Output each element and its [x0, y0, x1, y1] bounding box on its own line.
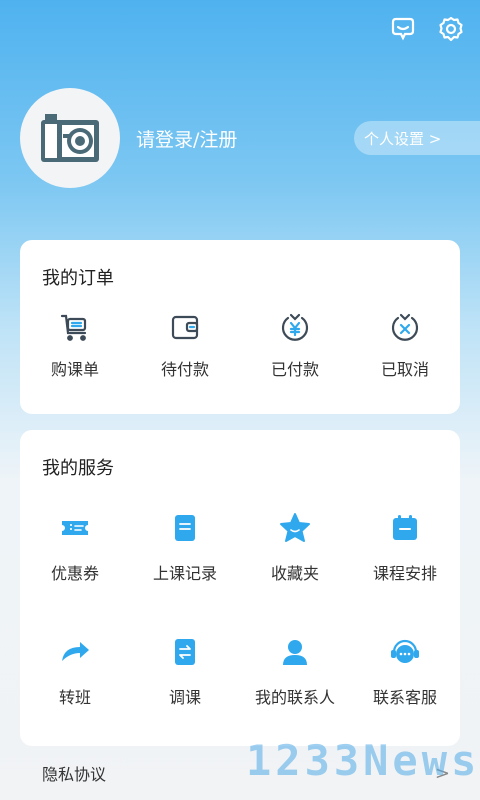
calendar-icon — [387, 510, 423, 546]
services-title: 我的服务 — [42, 458, 114, 479]
settings-gear-icon[interactable] — [436, 14, 466, 44]
order-item-pending[interactable]: 待付款 — [130, 310, 240, 380]
message-bubble-icon[interactable] — [388, 14, 418, 44]
login-register-link[interactable]: 请登录/注册 — [136, 125, 237, 152]
order-item-label: 购课单 — [50, 360, 99, 379]
service-item-reschedule[interactable]: 调课 — [130, 634, 240, 758]
star-icon — [277, 510, 313, 546]
service-item-label: 我的联系人 — [254, 688, 335, 707]
watermark-logo: 1233News — [246, 736, 480, 785]
service-item-label: 上课记录 — [152, 564, 217, 583]
order-item-cancelled[interactable]: 已取消 — [350, 310, 460, 380]
service-item-class-record[interactable]: 上课记录 — [130, 510, 240, 634]
contact-person-icon — [277, 634, 313, 670]
orders-card: 我的订单 购课单 待付款 已付款 已取消 — [20, 240, 460, 414]
coupon-icon — [57, 510, 93, 546]
order-item-label: 已取消 — [380, 360, 429, 379]
services-card: 我的服务 优惠券 上课记录 收藏夹 课程安排 转班 调课 我的联系人 联系客服 — [20, 430, 460, 746]
service-item-label: 优惠券 — [50, 564, 99, 583]
cart-icon — [58, 310, 92, 344]
transfer-arrow-icon — [57, 634, 93, 670]
service-item-transfer[interactable]: 转班 — [20, 634, 130, 758]
record-icon — [167, 510, 203, 546]
service-item-coupon[interactable]: 优惠券 — [20, 510, 130, 634]
header-icons — [388, 14, 466, 44]
service-item-label: 转班 — [58, 688, 91, 707]
service-item-schedule[interactable]: 课程安排 — [350, 510, 460, 634]
camera-icon — [41, 114, 99, 162]
cancelled-icon — [388, 310, 422, 344]
service-item-label: 课程安排 — [372, 564, 437, 583]
swap-icon — [167, 634, 203, 670]
customer-service-icon — [387, 634, 423, 670]
yen-paid-icon — [278, 310, 312, 344]
order-item-cart[interactable]: 购课单 — [20, 310, 130, 380]
orders-title: 我的订单 — [42, 268, 114, 289]
profile-section: 请登录/注册 个人设置 > — [20, 88, 480, 188]
service-item-label: 联系客服 — [372, 688, 437, 707]
service-item-label: 调课 — [168, 688, 201, 707]
order-item-label: 待付款 — [160, 360, 209, 379]
services-grid: 优惠券 上课记录 收藏夹 课程安排 转班 调课 我的联系人 联系客服 — [20, 510, 460, 758]
wallet-icon — [168, 310, 202, 344]
orders-grid: 购课单 待付款 已付款 已取消 — [20, 310, 460, 380]
privacy-label: 隐私协议 — [42, 765, 107, 784]
service-item-favorites[interactable]: 收藏夹 — [240, 510, 350, 634]
service-item-label: 收藏夹 — [270, 564, 319, 583]
order-item-label: 已付款 — [270, 360, 319, 379]
avatar[interactable] — [20, 88, 120, 188]
personal-settings-button[interactable]: 个人设置 > — [354, 121, 480, 155]
order-item-paid[interactable]: 已付款 — [240, 310, 350, 380]
